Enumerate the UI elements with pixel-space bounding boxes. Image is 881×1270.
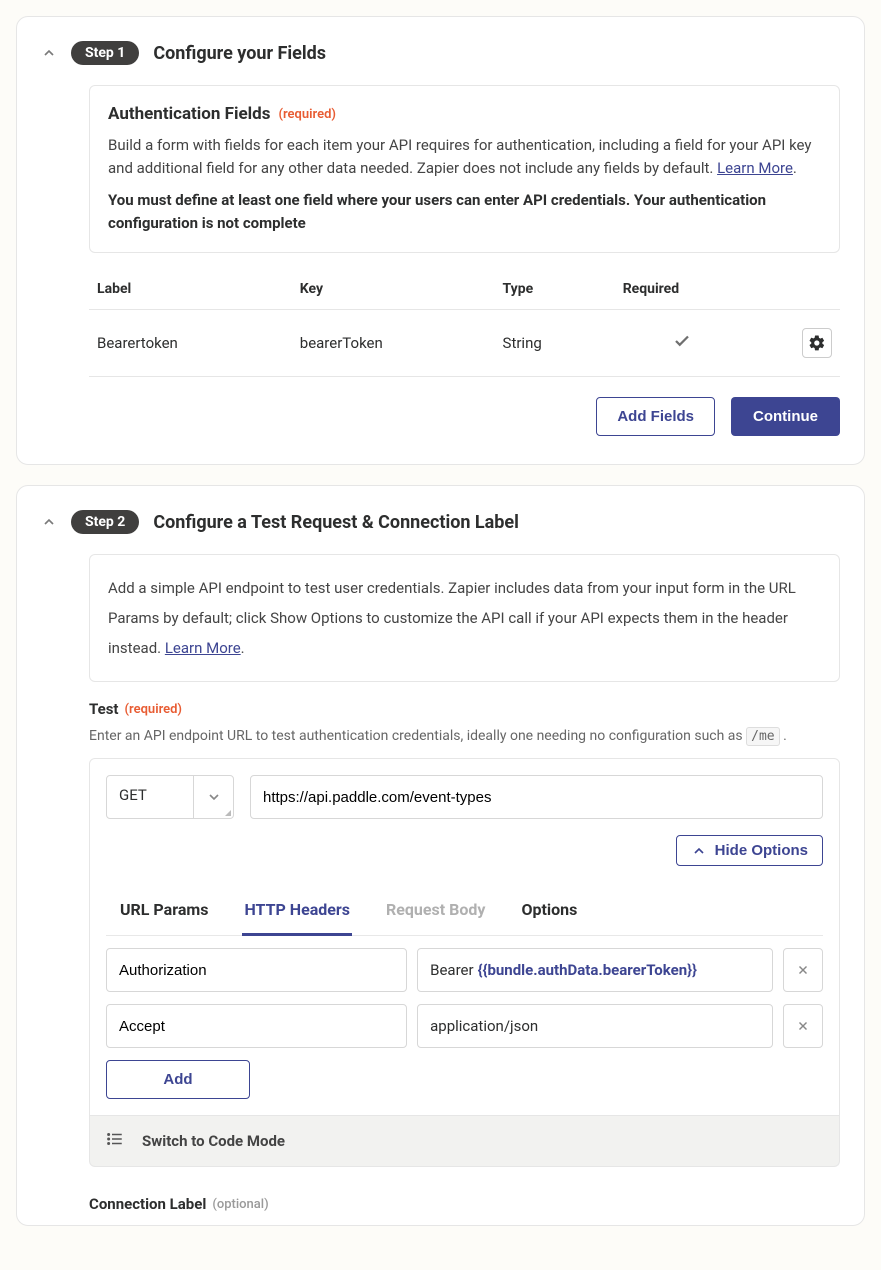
test-hint: Enter an API endpoint URL to test authen…: [89, 728, 840, 744]
add-fields-button[interactable]: Add Fields: [596, 397, 715, 436]
step1-card: Step 1 Configure your Fields Authenticat…: [16, 16, 865, 465]
step2-card: Step 2 Configure a Test Request & Connec…: [16, 485, 865, 1226]
tab-request-body[interactable]: Request Body: [384, 886, 487, 935]
collapse-icon[interactable]: [41, 45, 57, 61]
col-required: Required: [615, 269, 750, 310]
tabs: URL Params HTTP Headers Request Body Opt…: [106, 886, 823, 936]
tab-options[interactable]: Options: [519, 886, 579, 935]
header-key-input[interactable]: [106, 1004, 407, 1048]
header-value-input[interactable]: application/json: [417, 1004, 773, 1048]
connection-label: Connection Label: [89, 1195, 206, 1213]
hide-options-button[interactable]: Hide Options: [676, 835, 823, 866]
switch-code-mode[interactable]: Switch to Code Mode: [89, 1116, 840, 1167]
col-label: Label: [89, 269, 292, 310]
learn-more-link[interactable]: Learn More: [165, 639, 241, 657]
token-variable: {{bundle.authData.bearerToken}}: [478, 961, 697, 979]
method-select[interactable]: GET: [106, 775, 234, 819]
row-type: String: [495, 310, 615, 377]
test-desc-box: Add a simple API endpoint to test user c…: [89, 554, 840, 682]
step2-header: Step 2 Configure a Test Request & Connec…: [41, 510, 840, 534]
test-desc: Add a simple API endpoint to test user c…: [108, 573, 821, 663]
chevron-down-icon[interactable]: [193, 776, 233, 818]
code-chip: /me: [746, 727, 779, 746]
auth-fields-box: Authentication Fields (required) Build a…: [89, 85, 840, 253]
required-tag: (required): [278, 107, 335, 122]
col-type: Type: [495, 269, 615, 310]
step1-badge: Step 1: [71, 41, 139, 65]
continue-button[interactable]: Continue: [731, 397, 840, 436]
url-input[interactable]: [250, 775, 823, 819]
gear-icon[interactable]: [802, 328, 832, 358]
header-key-input[interactable]: [106, 948, 407, 992]
auth-warning: You must define at least one field where…: [108, 189, 821, 234]
method-value: GET: [107, 776, 193, 818]
optional-tag: (optional): [212, 1197, 268, 1212]
step1-title: Configure your Fields: [153, 43, 326, 64]
list-icon: [106, 1130, 124, 1152]
step2-badge: Step 2: [71, 510, 139, 534]
auth-fields-desc: Build a form with fields for each item y…: [108, 134, 821, 179]
step1-header: Step 1 Configure your Fields: [41, 41, 840, 65]
auth-fields-heading: Authentication Fields: [108, 104, 270, 124]
required-tag: (required): [125, 702, 182, 717]
fields-table: Label Key Type Required Bearertoken bear…: [89, 269, 840, 377]
auth-desc-text: Build a form with fields for each item y…: [108, 136, 812, 177]
table-row: Bearertoken bearerToken String: [89, 310, 840, 377]
row-key: bearerToken: [292, 310, 495, 377]
header-row: Bearer {{bundle.authData.bearerToken}}: [106, 948, 823, 992]
tab-http-headers[interactable]: HTTP Headers: [242, 886, 352, 936]
col-key: Key: [292, 269, 495, 310]
hide-options-label: Hide Options: [715, 842, 808, 859]
switch-code-mode-label: Switch to Code Mode: [142, 1132, 285, 1150]
row-label: Bearertoken: [89, 310, 292, 377]
test-label: Test: [89, 700, 119, 718]
header-row: application/json: [106, 1004, 823, 1048]
step2-title: Configure a Test Request & Connection La…: [153, 512, 519, 533]
close-icon[interactable]: [783, 948, 823, 992]
tab-url-params[interactable]: URL Params: [118, 886, 210, 935]
add-header-button[interactable]: Add: [106, 1060, 250, 1099]
learn-more-link[interactable]: Learn More: [717, 159, 793, 177]
header-value-input[interactable]: Bearer {{bundle.authData.bearerToken}}: [417, 948, 773, 992]
close-icon[interactable]: [783, 1004, 823, 1048]
collapse-icon[interactable]: [41, 514, 57, 530]
check-icon: [673, 336, 691, 354]
request-box: GET Hide Options URL Params HTTP Headers…: [89, 758, 840, 1116]
